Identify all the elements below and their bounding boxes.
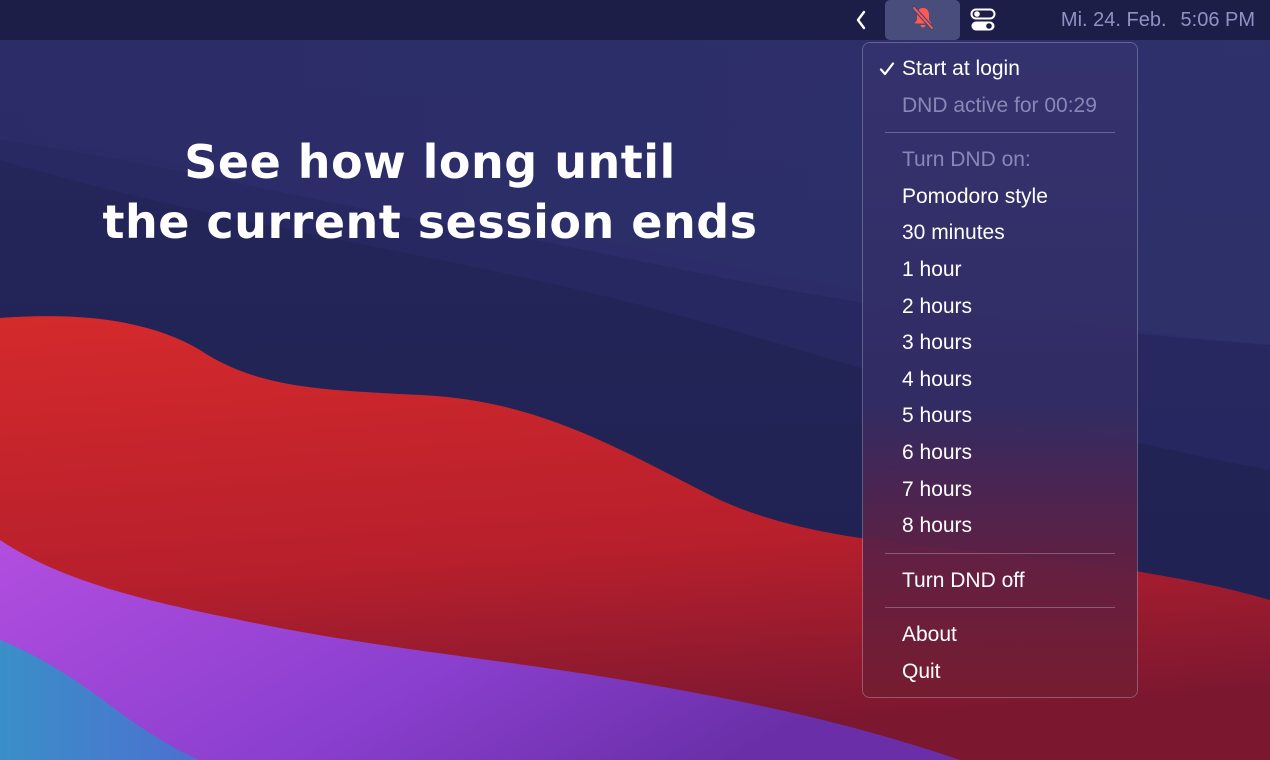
- menu-item-8-hours[interactable]: 8 hours: [863, 508, 1137, 545]
- checkmark-icon: [877, 51, 897, 88]
- bell-slash-icon: [910, 5, 936, 36]
- menu-item-label: Start at login: [902, 57, 1020, 80]
- menubar-time: 5:06 PM: [1180, 8, 1255, 31]
- menu-item-label: 2 hours: [902, 294, 973, 318]
- dnd-menu-extra[interactable]: [885, 0, 960, 40]
- menu-section-header: Turn DND on:: [863, 142, 1137, 179]
- menu-item-label: Quit: [902, 659, 941, 683]
- menu-item-label: Turn DND on:: [902, 148, 1031, 172]
- menu-item-label: 8 hours: [902, 514, 973, 538]
- menu-item-6-hours[interactable]: 6 hours: [863, 435, 1137, 472]
- menu-item-label: 4 hours: [902, 367, 973, 391]
- menu-item-4-hours[interactable]: 4 hours: [863, 362, 1137, 399]
- menu-item-pomodoro[interactable]: Pomodoro style: [863, 179, 1137, 216]
- menu-item-3-hours[interactable]: 3 hours: [863, 325, 1137, 362]
- menu-item-label: DND active for 00:29: [902, 93, 1097, 117]
- menu-item-turn-dnd-off[interactable]: Turn DND off: [863, 563, 1137, 600]
- menu-item-label: 6 hours: [902, 440, 973, 464]
- menu-bar: Mi. 24. Feb. 5:06 PM: [0, 0, 1270, 40]
- menu-item-about[interactable]: About: [863, 617, 1137, 654]
- menu-item-label: Pomodoro style: [902, 184, 1048, 208]
- menu-item-30-minutes[interactable]: 30 minutes: [863, 215, 1137, 252]
- menu-item-5-hours[interactable]: 5 hours: [863, 398, 1137, 435]
- menubar-clock[interactable]: Mi. 24. Feb. 5:06 PM: [1010, 0, 1255, 40]
- menu-separator: [863, 599, 1137, 617]
- menu-separator: [863, 124, 1137, 142]
- promo-headline: See how long until the current session e…: [40, 132, 820, 252]
- headline-line-1: See how long until: [184, 135, 676, 189]
- headline-line-2: the current session ends: [102, 195, 758, 249]
- menu-item-start-at-login[interactable]: Start at login: [863, 51, 1137, 88]
- menu-item-dnd-status: DND active for 00:29: [863, 88, 1137, 125]
- menu-item-label: About: [902, 623, 957, 647]
- menu-item-2-hours[interactable]: 2 hours: [863, 289, 1137, 326]
- menu-item-label: 5 hours: [902, 404, 973, 428]
- menu-item-label: 1 hour: [902, 257, 962, 281]
- menu-item-7-hours[interactable]: 7 hours: [863, 472, 1137, 509]
- dnd-dropdown-menu: Start at login DND active for 00:29 Turn…: [862, 42, 1138, 698]
- menubar-date: Mi. 24. Feb.: [1060, 8, 1167, 31]
- menu-separator: [863, 545, 1137, 563]
- desktop: Mi. 24. Feb. 5:06 PM See how long until …: [0, 0, 1270, 760]
- menu-item-1-hour[interactable]: 1 hour: [863, 252, 1137, 289]
- menu-item-label: 30 minutes: [902, 221, 1005, 245]
- menu-item-quit[interactable]: Quit: [863, 654, 1137, 691]
- menu-item-label: Turn DND off: [902, 568, 1025, 592]
- menu-item-label: 3 hours: [902, 331, 973, 355]
- control-center-icon[interactable]: [968, 6, 998, 34]
- chevron-left-icon[interactable]: [851, 8, 871, 32]
- menu-item-label: 7 hours: [902, 477, 973, 501]
